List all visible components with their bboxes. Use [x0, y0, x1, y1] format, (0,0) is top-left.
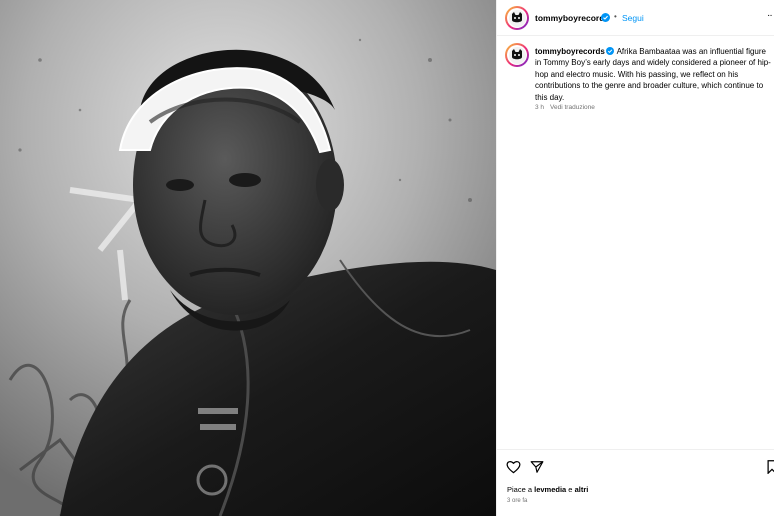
like-heart-icon[interactable]: [506, 460, 521, 474]
more-options-icon[interactable]: ··: [767, 10, 773, 21]
share-send-icon[interactable]: [530, 460, 544, 474]
cat-logo-icon: [512, 49, 522, 60]
separator-dot: •: [614, 12, 617, 21]
likes-mid: e: [566, 485, 575, 494]
post-photo[interactable]: [0, 0, 496, 516]
follow-button[interactable]: Segui: [622, 13, 644, 23]
header-username[interactable]: tommyboyrecords: [535, 13, 609, 23]
likes-others-link[interactable]: altri: [575, 485, 589, 494]
translate-link[interactable]: Vedi traduzione: [550, 104, 595, 111]
post-header: tommyboyrecords • Segui ··: [497, 0, 774, 36]
post-caption: tommyboyrecords Afrika Bambaataa was an …: [535, 46, 771, 103]
caption-time[interactable]: 3 h: [535, 104, 544, 111]
portrait-illustration: [0, 0, 496, 516]
post-actions: Piace a levmedia e altri 3 ore fa: [497, 449, 774, 516]
post-panel: tommyboyrecords • Segui ·· tommyboyrecor…: [496, 0, 774, 516]
verified-badge-icon: [605, 47, 614, 55]
save-bookmark-icon[interactable]: [767, 460, 774, 474]
likes-user-link[interactable]: levmedia: [534, 485, 566, 494]
likes-prefix: Piace a: [507, 485, 535, 494]
likes-summary: Piace a levmedia e altri: [507, 485, 588, 494]
profile-avatar[interactable]: [505, 6, 529, 30]
caption-meta: 3 h Vedi traduzione: [535, 104, 595, 111]
caption-username[interactable]: tommyboyrecords: [535, 47, 605, 56]
cat-logo-icon: [512, 12, 522, 23]
verified-badge-icon: [601, 13, 610, 22]
caption-avatar[interactable]: [505, 43, 529, 67]
posted-time: 3 ore fa: [507, 498, 528, 504]
